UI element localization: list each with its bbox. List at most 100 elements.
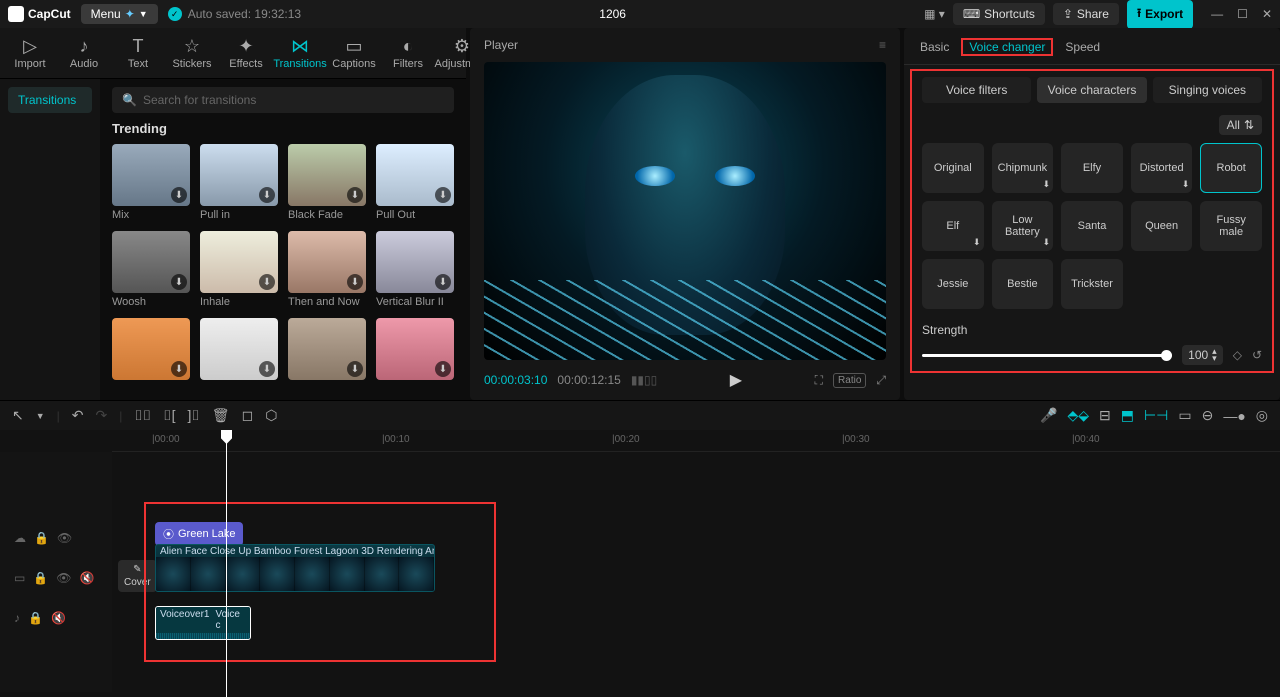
- export-button[interactable]: ⭱ Export: [1127, 0, 1193, 29]
- tool-captions[interactable]: ▭Captions: [334, 32, 374, 74]
- fit-icon[interactable]: ◎: [1256, 407, 1268, 424]
- transition-thumb[interactable]: ⬇Mix: [112, 144, 190, 221]
- mute-icon[interactable]: 🔇: [80, 571, 95, 585]
- label-clip[interactable]: ⦿ Green Lake: [155, 522, 243, 546]
- preview-axis-icon[interactable]: ⊢⊣: [1144, 407, 1168, 424]
- link-icon[interactable]: ⊟: [1099, 407, 1111, 424]
- cloud-icon[interactable]: ☁: [14, 531, 26, 545]
- transition-thumb[interactable]: ⬇Vertical Blur II: [376, 231, 454, 308]
- transition-thumb[interactable]: ⬇: [288, 318, 366, 383]
- tool-import[interactable]: ▷Import: [10, 32, 50, 74]
- mute-icon[interactable]: 🔇: [51, 611, 66, 625]
- fullscreen-icon[interactable]: ⤢: [876, 373, 886, 388]
- voice-queen[interactable]: Queen: [1131, 201, 1193, 251]
- eye-icon[interactable]: 👁: [56, 571, 71, 585]
- minimize-button[interactable]: —: [1211, 7, 1223, 21]
- voice-chipmunk[interactable]: Chipmunk⬇: [992, 143, 1054, 193]
- transition-thumb[interactable]: ⬇Pull in: [200, 144, 278, 221]
- lock-icon[interactable]: 🔒: [28, 611, 43, 625]
- side-tab-transitions[interactable]: Transitions: [8, 87, 92, 113]
- keyframe-icon[interactable]: ◇: [1233, 348, 1242, 362]
- redo-button[interactable]: ↷: [96, 407, 108, 424]
- split-tool[interactable]: ⌷⌷: [134, 407, 151, 424]
- zoom-slider[interactable]: —●: [1223, 408, 1245, 424]
- layout-icon[interactable]: ▦ ▾: [924, 7, 945, 21]
- tool-stickers[interactable]: ☆Stickers: [172, 32, 212, 74]
- playhead[interactable]: [226, 430, 227, 697]
- video-preview[interactable]: [484, 62, 886, 360]
- timeline[interactable]: |00:00|00:10|00:20|00:30|00:40 ☁ 🔒 👁 ▭ 🔒…: [0, 430, 1280, 697]
- voice-robot[interactable]: Robot: [1200, 143, 1262, 193]
- menu-icon[interactable]: ≡: [879, 38, 886, 52]
- undo-button[interactable]: ↶: [72, 407, 84, 424]
- voice-elf[interactable]: Elf⬇: [922, 201, 984, 251]
- tool-effects[interactable]: ✦Effects: [226, 32, 266, 74]
- split-left-tool[interactable]: ⌷[: [163, 407, 175, 424]
- inspector-tab-speed[interactable]: Speed: [1065, 40, 1100, 64]
- select-tool[interactable]: ↖: [12, 407, 24, 424]
- tool-transitions[interactable]: ⋈Transitions: [280, 32, 320, 74]
- menu-button[interactable]: Menu ✦ ▼: [81, 4, 158, 24]
- voice-subtab-voice-filters[interactable]: Voice filters: [922, 77, 1031, 103]
- voice-original[interactable]: Original: [922, 143, 984, 193]
- voice-bestie[interactable]: Bestie: [992, 259, 1054, 309]
- share-button[interactable]: ⇪ Share: [1053, 3, 1119, 25]
- ratio-button[interactable]: Ratio: [833, 373, 866, 388]
- snap-icon[interactable]: ⬒: [1121, 407, 1134, 424]
- transition-thumb[interactable]: ⬇: [200, 318, 278, 383]
- voice-subtab-singing-voices[interactable]: Singing voices: [1153, 77, 1262, 103]
- transition-thumb[interactable]: ⬇: [376, 318, 454, 383]
- zoom-out-icon[interactable]: ⊖: [1202, 407, 1214, 424]
- download-icon: ⬇: [435, 361, 451, 377]
- voice-elfy[interactable]: Elfy: [1061, 143, 1123, 193]
- voice-low-battery[interactable]: Low Battery⬇: [992, 201, 1054, 251]
- mic-icon[interactable]: 🎤: [1040, 407, 1057, 424]
- video-track-icon[interactable]: ▭: [14, 571, 25, 585]
- reset-icon[interactable]: ↺: [1252, 348, 1262, 362]
- lock-icon[interactable]: 🔒: [33, 571, 48, 585]
- magnet-icon[interactable]: ⬘⬙: [1067, 407, 1089, 424]
- split-right-tool[interactable]: ]⌷: [187, 407, 199, 424]
- tool-filters[interactable]: ◐Filters: [388, 32, 428, 74]
- inspector-tab-voice-changer[interactable]: Voice changer: [967, 40, 1047, 64]
- voice-trickster[interactable]: Trickster: [1061, 259, 1123, 309]
- transitions-grid: ⬇Mix⬇Pull in⬇Black Fade⬇Pull Out ⬇Woosh⬇I…: [112, 144, 454, 383]
- player-panel: Player ≡ 00:00:03:10 00:00:12:15 ▮▮▯▯ ▶ …: [470, 28, 900, 400]
- volume-icon[interactable]: ▮▮▯▯: [631, 373, 657, 387]
- delete-tool[interactable]: 🗑: [212, 407, 230, 424]
- audio-track-icon[interactable]: ♪: [14, 611, 20, 625]
- close-button[interactable]: ✕: [1262, 7, 1272, 21]
- eye-icon[interactable]: 👁: [57, 531, 72, 545]
- maximize-button[interactable]: ☐: [1237, 7, 1248, 21]
- voice-fussy-male[interactable]: Fussy male: [1200, 201, 1262, 251]
- transition-thumb[interactable]: ⬇Woosh: [112, 231, 190, 308]
- voice-subtab-voice-characters[interactable]: Voice characters: [1037, 77, 1146, 103]
- audio-clip[interactable]: Voiceover1 Voice c: [155, 606, 251, 640]
- crop-tool[interactable]: ◻: [242, 407, 254, 424]
- mask-tool[interactable]: ⬡: [265, 407, 277, 424]
- chevron-down-icon[interactable]: ▼: [36, 411, 45, 421]
- voice-distorted[interactable]: Distorted⬇: [1131, 143, 1193, 193]
- transition-thumb[interactable]: ⬇Pull Out: [376, 144, 454, 221]
- blank-icon[interactable]: ▭: [1178, 407, 1191, 424]
- tool-text[interactable]: TText: [118, 32, 158, 74]
- play-button[interactable]: ▶: [730, 372, 742, 389]
- voice-jessie[interactable]: Jessie: [922, 259, 984, 309]
- transition-thumb[interactable]: ⬇Then and Now: [288, 231, 366, 308]
- time-ruler[interactable]: |00:00|00:10|00:20|00:30|00:40: [112, 430, 1280, 452]
- strength-slider[interactable]: [922, 354, 1172, 357]
- shortcuts-button[interactable]: ⌨ Shortcuts: [953, 3, 1045, 25]
- search-input[interactable]: 🔍 Search for transitions: [112, 87, 454, 113]
- inspector-tab-basic[interactable]: Basic: [920, 40, 949, 64]
- voice-santa[interactable]: Santa: [1061, 201, 1123, 251]
- tool-audio[interactable]: ♪Audio: [64, 32, 104, 74]
- all-filter-button[interactable]: All ⇅: [1219, 115, 1262, 135]
- scan-icon[interactable]: ⛶: [815, 373, 823, 388]
- lock-icon[interactable]: 🔒: [34, 531, 49, 545]
- check-icon: ✓: [168, 7, 182, 21]
- transition-thumb[interactable]: ⬇Inhale: [200, 231, 278, 308]
- video-clip[interactable]: Alien Face Close Up Bamboo Forest Lagoon…: [155, 544, 435, 592]
- transition-thumb[interactable]: ⬇: [112, 318, 190, 383]
- transition-thumb[interactable]: ⬇Black Fade: [288, 144, 366, 221]
- strength-value[interactable]: 100 ▴▾: [1182, 345, 1223, 365]
